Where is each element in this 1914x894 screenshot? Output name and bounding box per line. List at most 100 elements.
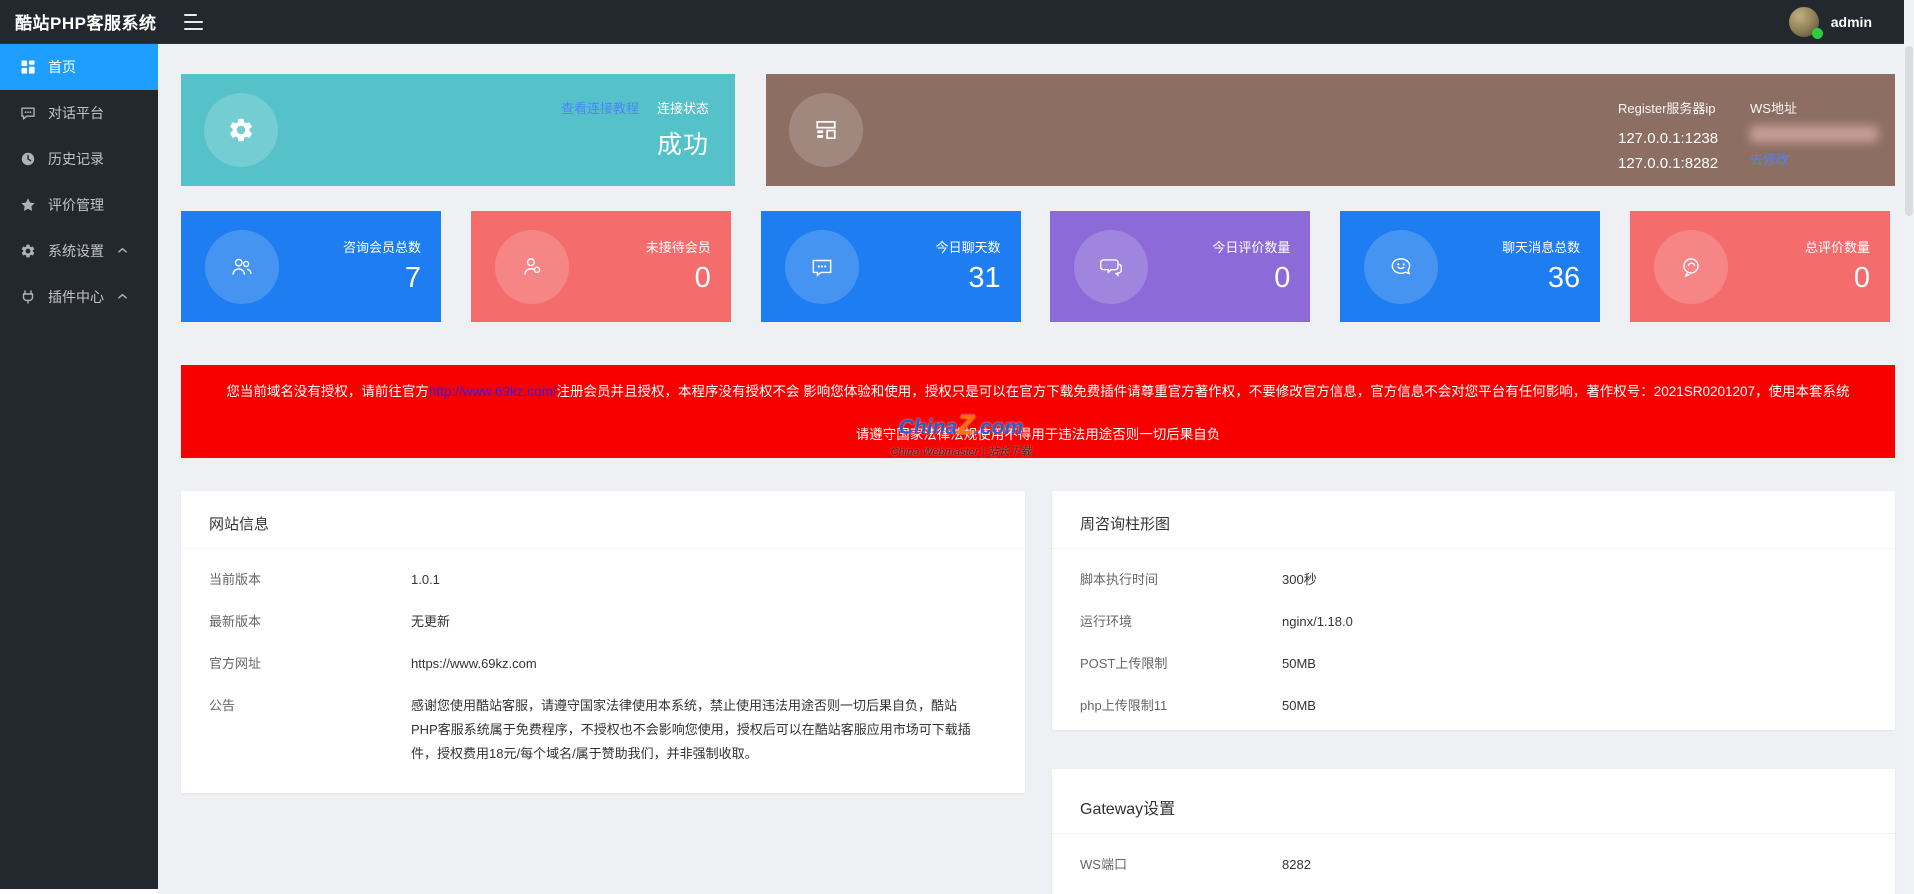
stat-value: 7	[343, 262, 421, 295]
chinaz-watermark: ChinaZ.com China Webmaster | 站长下载	[871, 411, 1051, 459]
row-value: 1.0.1	[411, 568, 440, 592]
row-value: 无更新	[411, 610, 450, 634]
row-label: WS端口	[1080, 856, 1282, 877]
info-row: POST上传限制50MB	[1052, 655, 1895, 676]
stat-value: 31	[936, 262, 1001, 295]
stat-label: 咨询会员总数	[343, 237, 421, 256]
info-row: 脚本执行时间300秒	[1052, 571, 1895, 592]
row-label: 运行环境	[1080, 613, 1282, 634]
sidebar-item-label: 系统设置	[48, 241, 104, 261]
sidebar-item-label: 历史记录	[48, 149, 104, 169]
home-grid-icon	[20, 59, 36, 75]
user-menu[interactable]: admin	[1789, 0, 1872, 44]
chat-icon	[20, 105, 36, 121]
ws-address-column: WS地址 去修改	[1750, 98, 1890, 168]
stat-card-total-messages: 聊天消息总数 36	[1340, 211, 1600, 322]
chat-square-icon	[809, 254, 835, 280]
banner-line1-post: 注册会员并且授权，本程序没有授权不会 影响您体验和使用，授权只是可以在官方下载免…	[556, 384, 1849, 399]
ws-address-redacted	[1750, 126, 1878, 142]
chevron-up-icon	[117, 291, 128, 302]
sidebar-item-label: 评价管理	[48, 195, 104, 215]
stat-value: 0	[1212, 262, 1290, 295]
row-value: 50MB	[1282, 652, 1316, 676]
register-ip-2: 127.0.0.1:8282	[1618, 151, 1718, 176]
top-header: 酷站PHP客服系统 admin	[0, 0, 1914, 44]
chevron-up-icon	[117, 245, 128, 256]
license-site-link[interactable]: http://www.69kz.com/	[429, 384, 557, 399]
info-row: WS端口8282	[1052, 856, 1895, 877]
layout-icon	[812, 116, 840, 144]
stat-label: 聊天消息总数	[1502, 237, 1580, 256]
panel-title: 网站信息	[181, 491, 1025, 549]
avatar[interactable]	[1789, 7, 1819, 37]
row-value: 感谢您使用酷站客服，请遵守国家法律使用本系统，禁止使用违法用途否则一切后果自负，…	[411, 694, 977, 766]
stat-value: 0	[646, 262, 711, 295]
panel-title: Gateway设置	[1052, 769, 1895, 834]
layout-icon-bubble	[789, 93, 863, 167]
sidebar: 首页 对话平台 历史记录 评价管理 系统设置 插件中心	[0, 44, 158, 889]
stat-value: 36	[1502, 262, 1580, 295]
chinaz-caption: China Webmaster | 站长下载	[871, 443, 1051, 459]
row-label: 当前版本	[209, 571, 411, 592]
info-row: php上传限制1150MB	[1052, 697, 1895, 718]
stat-card-unattended-members: 未接待会员 0	[471, 211, 731, 322]
clock-icon	[20, 151, 36, 167]
row-value: 50MB	[1282, 694, 1316, 718]
panel-title: 周咨询柱形图	[1052, 491, 1895, 549]
hamburger-menu-icon[interactable]	[184, 14, 204, 30]
sidebar-item-reviews[interactable]: 评价管理	[0, 182, 158, 228]
stat-label: 今日聊天数	[936, 237, 1001, 256]
week-chart-panel: 周咨询柱形图 脚本执行时间300秒 运行环境nginx/1.18.0 POST上…	[1052, 491, 1895, 730]
gear-icon-bubble	[204, 93, 278, 167]
stat-label: 总评价数量	[1805, 237, 1870, 256]
info-row: 最新版本无更新	[181, 613, 1025, 634]
gear-icon	[227, 116, 255, 144]
sidebar-item-history[interactable]: 历史记录	[0, 136, 158, 182]
star-icon	[20, 197, 36, 213]
stat-label: 今日评价数量	[1212, 237, 1290, 256]
scrollbar-thumb[interactable]	[1905, 46, 1913, 216]
dashboard-page: 酷站PHP客服系统 admin 首页 对话平台 历史记录 评价管理 系统设置	[0, 0, 1914, 894]
gear-icon	[20, 243, 36, 259]
stat-value: 0	[1805, 262, 1870, 295]
stat-label: 未接待会员	[646, 237, 711, 256]
server-info-card: Register服务器ip 127.0.0.1:1238 127.0.0.1:8…	[766, 74, 1895, 186]
site-info-panel: 网站信息 当前版本1.0.1 最新版本无更新 官方网址https://www.6…	[181, 491, 1025, 793]
sidebar-item-plugins[interactable]: 插件中心	[0, 274, 158, 320]
row-value: nginx/1.18.0	[1282, 610, 1353, 634]
connection-status-label: 连接状态	[657, 98, 709, 117]
chinaz-logo-z: Z	[957, 409, 974, 440]
sidebar-item-label: 首页	[48, 57, 76, 77]
chinaz-logo-com: .com	[974, 416, 1023, 439]
chinaz-logo-china: China	[899, 416, 957, 439]
user-wait-icon	[519, 254, 545, 280]
stat-card-today-chats: 今日聊天数 31	[761, 211, 1021, 322]
plugin-icon	[20, 289, 36, 305]
sidebar-item-label: 对话平台	[48, 103, 104, 123]
row-value: 8282	[1282, 853, 1311, 877]
vertical-scrollbar[interactable]	[1904, 0, 1914, 894]
online-status-dot	[1812, 28, 1823, 39]
sidebar-item-chat-platform[interactable]: 对话平台	[0, 90, 158, 136]
stat-cards-row: 咨询会员总数7 未接待会员0 今日聊天数31 今日评价数量0 聊天消息总数36 …	[181, 211, 1890, 322]
row-label: 脚本执行时间	[1080, 571, 1282, 592]
app-title: 酷站PHP客服系统	[0, 9, 158, 34]
info-row: 公告感谢您使用酷站客服，请遵守国家法律使用本系统，禁止使用违法用途否则一切后果自…	[181, 697, 1025, 766]
sidebar-item-home[interactable]: 首页	[0, 44, 158, 90]
connection-status-value: 成功	[561, 125, 709, 161]
info-row: 运行环境nginx/1.18.0	[1052, 613, 1895, 634]
info-row: 官方网址https://www.69kz.com	[181, 655, 1025, 676]
row-label: 公告	[209, 697, 411, 766]
connection-tutorial-link[interactable]: 查看连接教程	[561, 98, 639, 117]
ws-address-label: WS地址	[1750, 98, 1890, 117]
chat-cloud-icon	[1678, 254, 1704, 280]
row-label: POST上传限制	[1080, 655, 1282, 676]
connection-status-card: 查看连接教程 连接状态 成功	[181, 74, 735, 186]
row-label: php上传限制11	[1080, 697, 1282, 718]
modify-ws-link[interactable]: 去修改	[1750, 149, 1890, 168]
stat-card-today-reviews: 今日评价数量 0	[1050, 211, 1310, 322]
row-label: 官方网址	[209, 655, 411, 676]
sidebar-item-settings[interactable]: 系统设置	[0, 228, 158, 274]
info-row: 当前版本1.0.1	[181, 571, 1025, 592]
register-server-column: Register服务器ip 127.0.0.1:1238 127.0.0.1:8…	[1618, 98, 1718, 176]
